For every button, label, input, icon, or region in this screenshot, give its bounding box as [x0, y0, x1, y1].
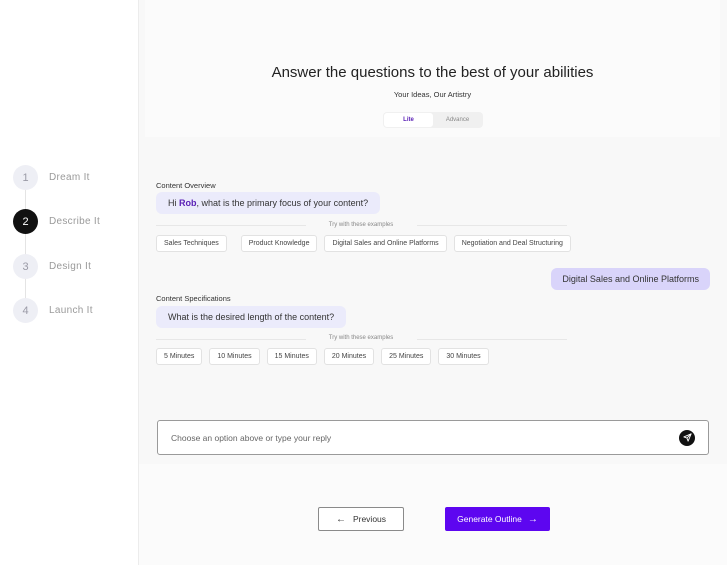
- toggle-lite[interactable]: Lite: [384, 113, 433, 127]
- specifications-question-bubble: What is the desired length of the conten…: [156, 306, 347, 328]
- step-label: Dream It: [49, 172, 90, 183]
- step-describe-it[interactable]: 2 Describe It: [13, 209, 123, 234]
- overview-question-bubble: Hi Rob, what is the primary focus of you…: [156, 192, 381, 214]
- content-specifications-label: Content Specifications: [156, 294, 231, 303]
- step-number: 2: [13, 209, 38, 234]
- option-chip[interactable]: 30 Minutes: [438, 348, 489, 365]
- arrow-left-icon: ←: [335, 513, 346, 525]
- option-chip[interactable]: Digital Sales and Online Platforms: [324, 235, 447, 252]
- send-icon: [682, 433, 692, 442]
- previous-button[interactable]: ← Previous: [318, 507, 404, 531]
- main-panel: Answer the questions to the best of your…: [139, 0, 727, 565]
- hint-divider-right: [417, 225, 567, 226]
- send-button[interactable]: [679, 429, 695, 446]
- question-prefix: Hi: [168, 198, 177, 208]
- reply-input[interactable]: [171, 432, 679, 443]
- option-chip[interactable]: 20 Minutes: [323, 348, 375, 365]
- hint-divider-right: [417, 339, 567, 340]
- content-overview-label: Content Overview: [156, 181, 216, 190]
- step-connector-line: [25, 177, 26, 311]
- generate-label: Generate Outline: [457, 514, 522, 524]
- overview-options: Sales Techniques Product Knowledge Digit…: [156, 235, 578, 252]
- option-chip[interactable]: Negotiation and Deal Structuring: [453, 235, 571, 252]
- previous-label: Previous: [352, 514, 387, 524]
- step-label: Design It: [49, 261, 92, 272]
- footer-area: [139, 464, 727, 565]
- option-chip[interactable]: Sales Techniques: [156, 235, 227, 252]
- option-chip[interactable]: Product Knowledge: [240, 235, 318, 252]
- question-suffix: , what is the primary focus of your cont…: [196, 198, 369, 208]
- arrow-right-icon: →: [527, 513, 538, 525]
- step-dream-it[interactable]: 1 Dream It: [13, 165, 123, 190]
- page-subtitle: Your Ideas, Our Artistry: [393, 90, 472, 99]
- step-label: Launch It: [49, 305, 93, 316]
- option-chip[interactable]: 25 Minutes: [381, 348, 432, 365]
- page-title: Answer the questions to the best of your…: [271, 64, 594, 81]
- page-header: Answer the questions to the best of your…: [145, 0, 720, 137]
- toggle-advance[interactable]: Advance: [433, 113, 482, 127]
- user-name: Rob: [179, 198, 197, 208]
- step-number: 4: [13, 298, 38, 323]
- option-chip[interactable]: 10 Minutes: [209, 348, 260, 365]
- generate-outline-button[interactable]: Generate Outline →: [445, 507, 550, 531]
- option-chip[interactable]: 5 Minutes: [156, 348, 203, 365]
- step-design-it[interactable]: 3 Design It: [13, 254, 123, 279]
- user-reply-bubble: Digital Sales and Online Platforms: [551, 268, 710, 290]
- step-number: 1: [13, 165, 38, 190]
- sidebar: 1 Dream It 2 Describe It 3 Design It 4 L…: [0, 0, 139, 565]
- reply-box: [157, 420, 709, 455]
- step-label: Describe It: [49, 216, 101, 227]
- examples-hint: Try with these examples: [328, 335, 394, 341]
- length-options: 5 Minutes 10 Minutes 15 Minutes 20 Minut…: [156, 348, 496, 365]
- mode-toggle: Lite Advance: [383, 112, 483, 128]
- step-number: 3: [13, 254, 38, 279]
- step-launch-it[interactable]: 4 Launch It: [13, 298, 123, 323]
- option-chip[interactable]: 15 Minutes: [266, 348, 317, 365]
